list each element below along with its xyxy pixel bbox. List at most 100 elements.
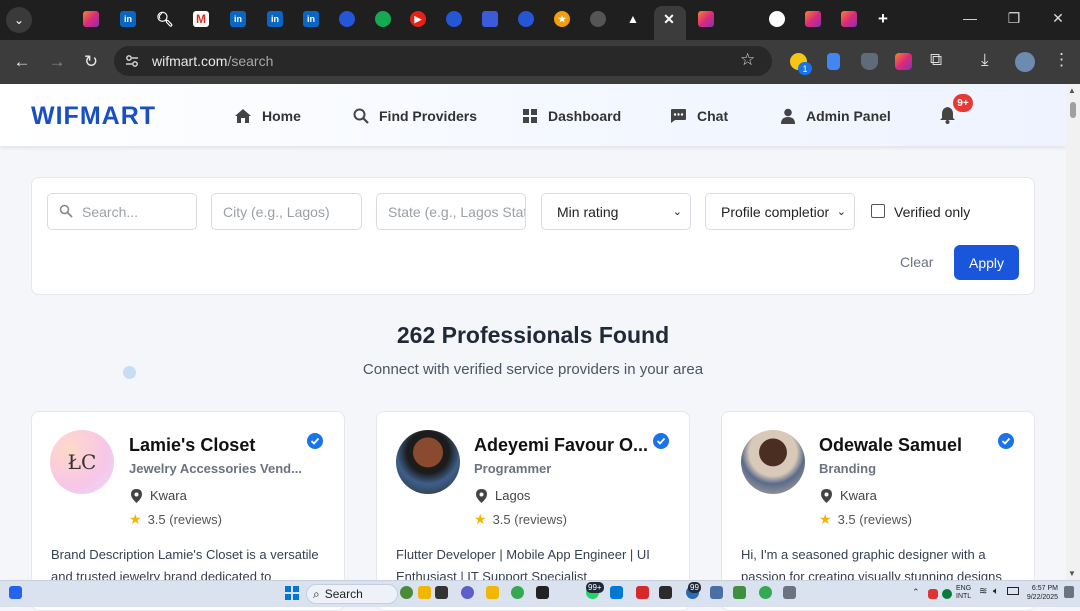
instagram-extension-icon[interactable] xyxy=(895,53,912,70)
download-icon[interactable]: ⤓ xyxy=(981,50,989,70)
taskbar-app-icon[interactable] xyxy=(733,586,746,599)
scroll-down-icon[interactable]: ▼ xyxy=(1068,569,1076,578)
chrome-tab-icon[interactable] xyxy=(769,11,785,27)
taskbar-app-icon[interactable] xyxy=(759,586,772,599)
restore-icon[interactable]: ❐ xyxy=(1004,10,1024,27)
app-tab-icon[interactable] xyxy=(446,11,462,27)
vercel-tab-icon[interactable]: ▲ xyxy=(625,11,641,27)
system-clock[interactable]: 6:57 PM 9/22/2025 xyxy=(1024,584,1058,602)
wifi-icon[interactable]: ≋ xyxy=(979,586,987,597)
provider-location: Kwara xyxy=(821,488,877,503)
menu-icon[interactable]: ⋮ xyxy=(1053,50,1070,70)
bell-icon[interactable] xyxy=(939,106,956,124)
gmail-tab-icon[interactable]: M xyxy=(193,11,209,27)
nav-find-providers[interactable]: Find Providers xyxy=(353,106,477,126)
windows-start-icon[interactable] xyxy=(285,586,299,600)
nav-chat[interactable]: Chat xyxy=(669,106,728,126)
docs-extension-icon[interactable] xyxy=(827,53,840,70)
linkedin-tab-icon[interactable]: in xyxy=(303,11,319,27)
reviews-text: (reviews) xyxy=(514,512,567,527)
tray-icon[interactable] xyxy=(942,589,952,599)
forward-icon[interactable]: → xyxy=(47,52,67,72)
mongodb-tab-icon[interactable] xyxy=(375,11,391,27)
scrollbar-thumb[interactable] xyxy=(1070,102,1076,118)
dashboard-tab-icon[interactable] xyxy=(482,11,498,27)
linkedin-tab-icon[interactable]: in xyxy=(120,11,136,27)
instagram-tab-icon[interactable] xyxy=(841,11,857,27)
verified-only-checkbox[interactable] xyxy=(871,204,885,218)
profile-avatar[interactable] xyxy=(1015,52,1035,72)
site-info-icon[interactable] xyxy=(124,53,140,69)
profile-completion-value: Profile completior xyxy=(721,203,830,220)
taskbar-app-icon[interactable] xyxy=(461,586,474,599)
provider-name[interactable]: Adeyemi Favour O... xyxy=(474,435,648,456)
lens-tab-icon[interactable]: 🔍︎ xyxy=(156,11,174,27)
instagram-tab-icon[interactable] xyxy=(805,11,821,27)
close-tab-icon[interactable]: ✕ xyxy=(661,11,677,27)
chrome-taskbar-icon[interactable] xyxy=(511,586,524,599)
verified-only-label[interactable]: Verified only xyxy=(894,204,970,220)
back-icon[interactable]: ← xyxy=(12,52,32,72)
profile-completion-select[interactable]: Profile completior ⌄ xyxy=(705,193,855,230)
extensions-puzzle-icon[interactable]: ⧉ xyxy=(930,50,942,70)
city-input[interactable]: City (e.g., Lagos) xyxy=(211,193,362,230)
taskbar-app-icon[interactable] xyxy=(400,586,413,599)
provider-avatar: ŁC xyxy=(50,430,114,494)
rating-value: 3.5 xyxy=(147,512,166,527)
taskbar-app-icon[interactable] xyxy=(659,586,672,599)
min-rating-select[interactable]: Min rating ⌄ xyxy=(541,193,691,230)
wifmart-logo[interactable]: WIFMART xyxy=(31,102,156,131)
tab-search-dropdown-icon[interactable]: ⌄ xyxy=(6,7,32,33)
taskbar-app-icon[interactable] xyxy=(536,586,549,599)
provider-rating: ★ 3.5 (reviews) xyxy=(129,511,222,528)
taskbar-app-icon[interactable] xyxy=(636,586,649,599)
nav-home[interactable]: Home xyxy=(234,106,301,126)
nav-dashboard[interactable]: Dashboard xyxy=(522,106,621,126)
star-icon: ★ xyxy=(819,511,832,527)
clear-button[interactable]: Clear xyxy=(900,254,933,270)
battery-icon[interactable] xyxy=(1007,587,1019,595)
volume-icon[interactable]: 🔈︎ xyxy=(993,586,999,597)
extension-badge: 1 xyxy=(798,62,812,75)
results-subtitle: Connect with verified service providers … xyxy=(362,361,704,378)
description-line: Brand Description Lamie's Closet is a ve… xyxy=(51,547,319,562)
scroll-up-icon[interactable]: ▲ xyxy=(1068,86,1076,95)
linkedin-tab-icon[interactable]: in xyxy=(267,11,283,27)
provider-name[interactable]: Lamie's Closet xyxy=(129,435,255,456)
widgets-icon[interactable] xyxy=(9,586,22,599)
taskbar-app-icon[interactable] xyxy=(783,586,796,599)
star-tab-icon[interactable]: ★ xyxy=(554,11,570,27)
bookmark-star-icon[interactable]: ☆ xyxy=(740,50,755,70)
app-tab-icon[interactable] xyxy=(339,11,355,27)
nav-find-providers-label: Find Providers xyxy=(379,108,478,124)
home-icon xyxy=(235,109,251,123)
apply-button[interactable]: Apply xyxy=(954,245,1019,280)
linkedin-tab-icon[interactable]: in xyxy=(230,11,246,27)
app-tab-icon[interactable] xyxy=(518,11,534,27)
provider-name[interactable]: Odewale Samuel xyxy=(819,435,962,456)
window-close-icon[interactable]: ✕ xyxy=(1048,10,1068,27)
user-icon xyxy=(781,108,795,124)
taskbar-search-box[interactable]: ⌕ Search xyxy=(306,584,398,604)
url-text[interactable]: wifmart.com/search xyxy=(152,53,273,69)
file-explorer-icon[interactable] xyxy=(486,586,499,599)
reload-icon[interactable]: ↻ xyxy=(81,52,101,72)
shield-extension-icon[interactable] xyxy=(861,53,878,70)
nav-admin-panel[interactable]: Admin Panel xyxy=(780,106,891,126)
state-input[interactable]: State (e.g., Lagos Stat xyxy=(376,193,526,230)
github-tab-icon[interactable] xyxy=(590,11,606,27)
notification-center-icon[interactable] xyxy=(1064,586,1074,598)
taskbar-app-icon[interactable] xyxy=(710,586,723,599)
language-indicator[interactable]: ENG INTL xyxy=(956,585,971,601)
taskbar-app-icon[interactable] xyxy=(435,586,448,599)
instagram-tab-icon[interactable] xyxy=(83,11,99,27)
minimize-icon[interactable]: — xyxy=(960,10,980,26)
tray-icon[interactable] xyxy=(928,589,938,599)
chevron-up-icon[interactable]: ⌃ xyxy=(912,587,920,598)
page-scrollbar[interactable] xyxy=(1066,84,1080,584)
taskbar-app-icon[interactable] xyxy=(418,586,431,599)
new-tab-icon[interactable]: + xyxy=(875,9,891,28)
vscode-icon[interactable] xyxy=(610,586,623,599)
youtube-tab-icon[interactable]: ▶ xyxy=(410,11,426,27)
instagram-tab-icon[interactable] xyxy=(698,11,714,27)
